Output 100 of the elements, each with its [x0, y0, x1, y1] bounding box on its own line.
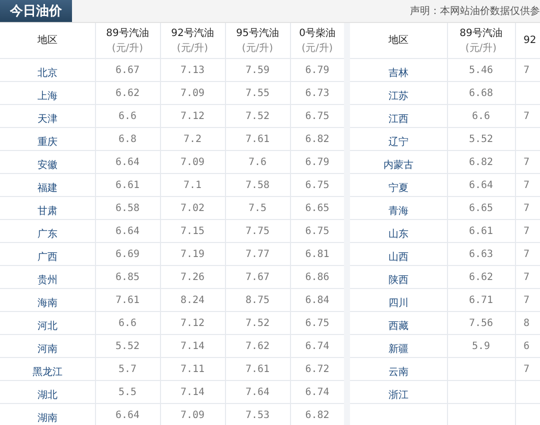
price-cell: 6.86 — [290, 266, 347, 288]
region-link[interactable]: 天津 — [37, 114, 58, 124]
price-cell: 7 — [515, 196, 540, 220]
price-cell: 6.62 — [447, 266, 515, 288]
price-cell: 6.75 — [290, 104, 347, 128]
price-cell: 7.09 — [160, 404, 225, 425]
price-cell: 8.24 — [160, 288, 225, 312]
price-cell: 7.77 — [225, 242, 290, 266]
price-cell: 7.12 — [160, 104, 225, 128]
price-cell: 6.62 — [95, 82, 160, 104]
column-header: 0号柴油 (元/升) — [290, 23, 347, 58]
column-header: 地区 — [347, 23, 447, 58]
price-cell: 6.58 — [95, 196, 160, 220]
price-cell: 6.82 — [447, 150, 515, 174]
price-cell: 6.64 — [95, 220, 160, 242]
region-link[interactable]: 甘肃 — [37, 206, 58, 216]
region-link[interactable]: 宁夏 — [388, 182, 408, 194]
price-cell: 6.64 — [95, 150, 160, 174]
price-cell: 7.14 — [160, 380, 225, 404]
price-cell: 6.65 — [447, 196, 515, 220]
region-link[interactable]: 安徽 — [37, 160, 58, 170]
disclaimer-text: 声明：本网站油价数据仅供参 — [409, 4, 540, 19]
region-link[interactable]: 陕西 — [388, 274, 408, 286]
price-cell: 5.5 — [95, 380, 160, 404]
price-cell: 7.26 — [160, 266, 225, 288]
price-cell: 6 — [515, 334, 540, 358]
price-cell: 7.55 — [225, 82, 290, 104]
price-cell: 6.67 — [95, 58, 160, 82]
region-link[interactable]: 河北 — [37, 320, 58, 332]
column-header: 89号汽油 (元/升) — [95, 23, 160, 58]
price-cell: 6.71 — [447, 288, 515, 312]
price-cell: 7 — [515, 220, 540, 242]
price-cell: 6.69 — [95, 242, 160, 266]
price-cell: 6.81 — [290, 242, 347, 266]
price-cell: 6.72 — [290, 358, 347, 380]
price-cell: 7.11 — [160, 358, 225, 380]
price-cell: 6.6 — [95, 312, 160, 334]
price-cell: 5.9 — [447, 334, 515, 358]
price-cell: 7 — [515, 104, 540, 128]
column-header: 92 — [515, 23, 540, 58]
price-cell: 6.84 — [290, 288, 347, 312]
region-link[interactable]: 河南 — [37, 344, 58, 354]
price-cell: 7.09 — [160, 150, 225, 174]
price-cell: 7.61 — [225, 358, 290, 380]
price-cell: 6.85 — [95, 266, 160, 288]
price-cell: 8.75 — [225, 288, 290, 312]
price-cell: 7 — [515, 358, 540, 380]
price-cell: 7.12 — [160, 312, 225, 334]
price-cell: 7.2 — [160, 128, 225, 150]
price-cell: 7.14 — [160, 334, 225, 358]
price-cell: 6.74 — [290, 334, 347, 358]
region-link[interactable]: 西藏 — [388, 320, 408, 332]
region-link[interactable]: 广西 — [37, 252, 58, 262]
region-link[interactable]: 四川 — [388, 298, 408, 308]
price-cell: 6.61 — [95, 174, 160, 196]
region-link[interactable]: 黑龙江 — [32, 366, 62, 378]
price-cell: 6.6 — [447, 104, 515, 128]
region-link[interactable]: 重庆 — [37, 136, 58, 148]
region-link[interactable]: 广东 — [37, 228, 58, 240]
region-link[interactable]: 湖北 — [37, 390, 58, 400]
region-link[interactable]: 贵州 — [37, 274, 58, 286]
price-cell: 7.61 — [225, 128, 290, 150]
column-header: 地区 — [0, 23, 95, 58]
price-cell: 6.8 — [95, 128, 160, 150]
price-cell: 8 — [515, 312, 540, 334]
region-link[interactable]: 内蒙古 — [383, 160, 414, 170]
price-cell: 6.68 — [447, 82, 515, 104]
region-link[interactable]: 辽宁 — [388, 136, 408, 148]
region-link[interactable]: 江西 — [388, 114, 408, 124]
price-cell: 6.82 — [290, 128, 347, 150]
region-link[interactable]: 浙江 — [388, 390, 408, 400]
region-link[interactable]: 新疆 — [388, 344, 408, 354]
price-cell: 5.52 — [447, 128, 515, 150]
region-link[interactable]: 上海 — [37, 90, 58, 102]
region-link[interactable]: 海南 — [37, 298, 58, 308]
price-cell: 7.5 — [225, 196, 290, 220]
price-cell: 7.56 — [447, 312, 515, 334]
region-link[interactable]: 青海 — [388, 206, 408, 216]
region-link[interactable]: 吉林 — [388, 68, 408, 78]
price-cell: 6.65 — [290, 196, 347, 220]
price-cell: 7 — [515, 58, 540, 82]
region-link[interactable]: 山东 — [388, 228, 408, 240]
region-link[interactable]: 山西 — [388, 252, 408, 262]
price-cell: 6.75 — [290, 174, 347, 196]
region-link[interactable]: 福建 — [37, 182, 58, 194]
price-cell: 6.64 — [447, 174, 515, 196]
column-header: 95号汽油 (元/升) — [225, 23, 290, 58]
price-cell: 7.19 — [160, 242, 225, 266]
price-cell: 7.02 — [160, 196, 225, 220]
price-cell: 7.13 — [160, 58, 225, 82]
region-link[interactable]: 北京 — [37, 68, 58, 78]
region-link[interactable]: 云南 — [388, 366, 408, 378]
price-cell: 7.67 — [225, 266, 290, 288]
region-link[interactable]: 江苏 — [388, 90, 408, 102]
region-link[interactable]: 湖南 — [37, 412, 58, 424]
price-cell: 6.63 — [447, 242, 515, 266]
price-cell: 7.09 — [160, 82, 225, 104]
price-cell: 6.74 — [290, 380, 347, 404]
price-cell: 7.62 — [225, 334, 290, 358]
column-header: 92号汽油 (元/升) — [160, 23, 225, 58]
